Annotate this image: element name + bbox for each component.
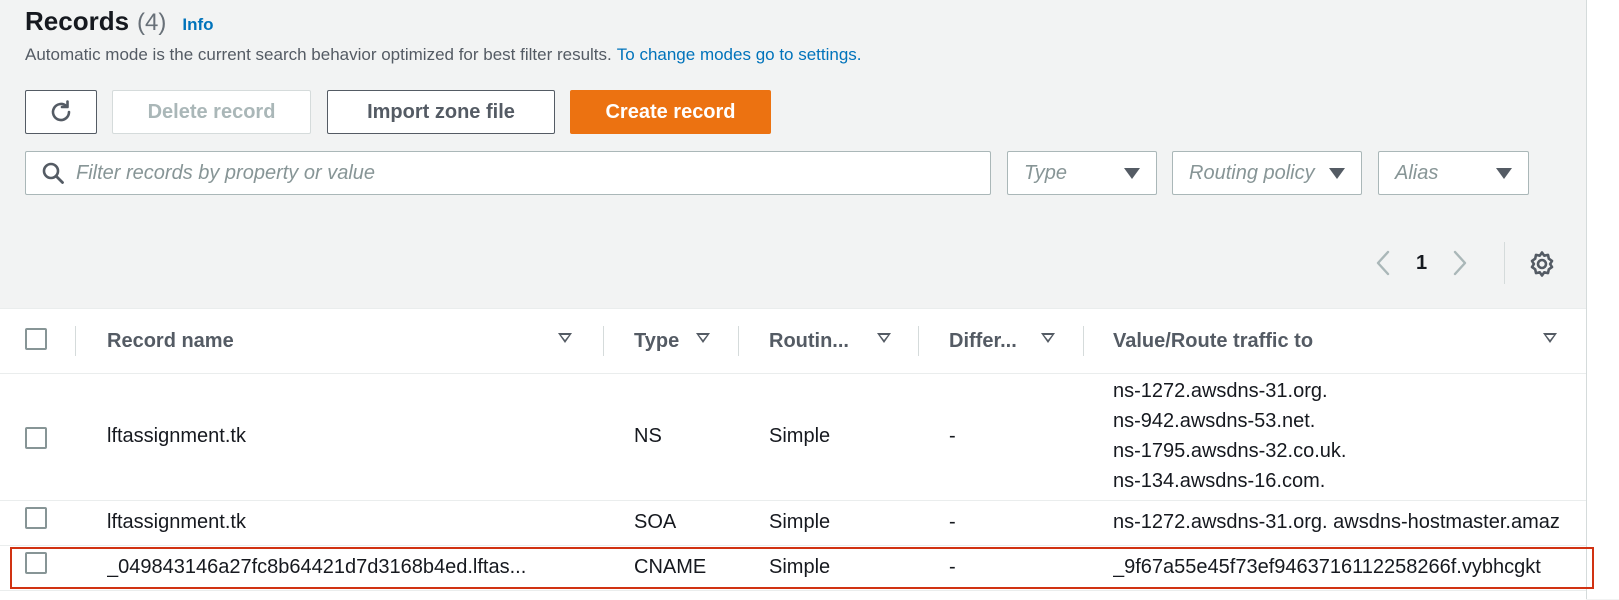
next-page-icon[interactable]	[1447, 248, 1473, 278]
record-name-cell[interactable]: lftassignment.tk	[107, 425, 597, 448]
column-label-value: Value/Route traffic to	[1113, 329, 1314, 352]
column-header-differentiator[interactable]: Differ...	[949, 309, 1099, 373]
search-mode-text: Automatic mode is the current search beh…	[25, 45, 612, 64]
type-filter-placeholder: Type	[1024, 161, 1067, 184]
info-link[interactable]: Info	[182, 15, 213, 35]
page-title: Records	[25, 6, 130, 36]
records-header: Records (4) Info Automatic mode is the c…	[25, 6, 862, 65]
table-row[interactable]: lftassignment.tk SOA Simple - ns-1272.aw…	[0, 501, 1586, 546]
column-header-type[interactable]: Type	[634, 309, 734, 373]
filter-records-input[interactable]: Filter records by property or value	[25, 151, 991, 195]
row-checkbox[interactable]	[25, 507, 47, 529]
table-row[interactable]: _049843146a27fc8b64421d7d3168b4ed.lftas.…	[0, 546, 1586, 591]
record-value-line: ns-134.awsdns-16.com.	[1113, 470, 1326, 492]
routing-filter-placeholder: Routing policy	[1189, 161, 1315, 184]
column-separator[interactable]	[918, 326, 919, 356]
record-value-cell: ns-1272.awsdns-31.org. awsdns-hostmaster…	[1113, 511, 1560, 533]
column-separator[interactable]	[603, 326, 604, 356]
record-value-cell: ns-1272.awsdns-31.org. ns-942.awsdns-53.…	[1113, 376, 1583, 496]
refresh-icon	[51, 100, 71, 122]
column-label-type: Type	[634, 329, 680, 352]
column-separator[interactable]	[738, 326, 739, 356]
differentiator-cell: -	[949, 511, 956, 533]
delete-record-button[interactable]: Delete record	[112, 90, 311, 134]
sort-icon	[696, 333, 710, 343]
search-mode-description: Automatic mode is the current search beh…	[25, 45, 862, 65]
row-checkbox[interactable]	[25, 552, 47, 574]
record-type-cell: CNAME	[634, 556, 707, 578]
sort-icon	[558, 333, 572, 343]
search-placeholder: Filter records by property or value	[76, 161, 376, 184]
record-name-cell[interactable]: _049843146a27fc8b64421d7d3168b4ed.lftas.…	[107, 556, 597, 579]
differentiator-cell: -	[949, 556, 956, 578]
records-table: Record name Type Routin... Differ... Val…	[0, 308, 1586, 600]
create-record-button[interactable]: Create record	[570, 90, 771, 134]
record-type-cell: SOA	[634, 511, 677, 533]
column-label-record-name: Record name	[107, 329, 234, 352]
refresh-button[interactable]	[25, 90, 97, 134]
routing-policy-cell: Simple	[769, 556, 831, 578]
row-checkbox[interactable]	[25, 427, 47, 449]
sort-icon	[1543, 333, 1557, 343]
alias-filter-placeholder: Alias	[1395, 161, 1439, 184]
select-all-checkbox[interactable]	[25, 328, 47, 350]
caret-down-icon	[1124, 167, 1140, 179]
record-type-cell: NS	[634, 425, 662, 447]
caret-down-icon	[1329, 167, 1345, 179]
column-label-differentiator: Differ...	[949, 329, 1017, 352]
alias-filter-select[interactable]: Alias	[1378, 151, 1529, 195]
sort-icon	[877, 333, 891, 343]
column-header-record-name[interactable]: Record name	[107, 309, 607, 373]
table-row[interactable]: lftassignment.tk NS Simple - ns-1272.aws…	[0, 374, 1586, 501]
routing-policy-cell: Simple	[769, 425, 831, 447]
column-header-value[interactable]: Value/Route traffic to	[1113, 309, 1573, 373]
column-header-routing[interactable]: Routin...	[769, 309, 919, 373]
settings-link[interactable]: To change modes go to settings.	[617, 45, 862, 64]
current-page-number[interactable]: 1	[1416, 252, 1427, 275]
column-separator[interactable]	[1083, 326, 1084, 356]
records-count: (4)	[137, 9, 167, 36]
caret-down-icon	[1496, 167, 1512, 179]
record-value-line: ns-1795.awsdns-32.co.uk.	[1113, 440, 1347, 462]
column-separator	[75, 326, 76, 356]
routing-policy-filter-select[interactable]: Routing policy	[1172, 151, 1362, 195]
routing-policy-cell: Simple	[769, 511, 831, 533]
type-filter-select[interactable]: Type	[1007, 151, 1157, 195]
record-value-cell: _9f67a55e45f73ef9463716112258266f.vybhcg…	[1113, 556, 1541, 578]
record-value-line: ns-942.awsdns-53.net.	[1113, 410, 1316, 432]
pagination: 1	[1370, 243, 1473, 283]
sort-icon	[1041, 333, 1055, 343]
pagination-divider	[1504, 242, 1505, 284]
record-name-cell[interactable]: lftassignment.tk	[107, 511, 597, 534]
column-label-routing: Routin...	[769, 329, 849, 352]
search-icon	[40, 160, 66, 186]
previous-page-icon[interactable]	[1370, 248, 1396, 278]
page-scrollbar[interactable]	[1586, 0, 1619, 599]
table-header: Record name Type Routin... Differ... Val…	[0, 309, 1586, 374]
differentiator-cell: -	[949, 425, 956, 447]
import-zone-file-button[interactable]: Import zone file	[327, 90, 555, 134]
record-value-line: ns-1272.awsdns-31.org.	[1113, 380, 1328, 402]
gear-icon[interactable]	[1526, 248, 1558, 280]
